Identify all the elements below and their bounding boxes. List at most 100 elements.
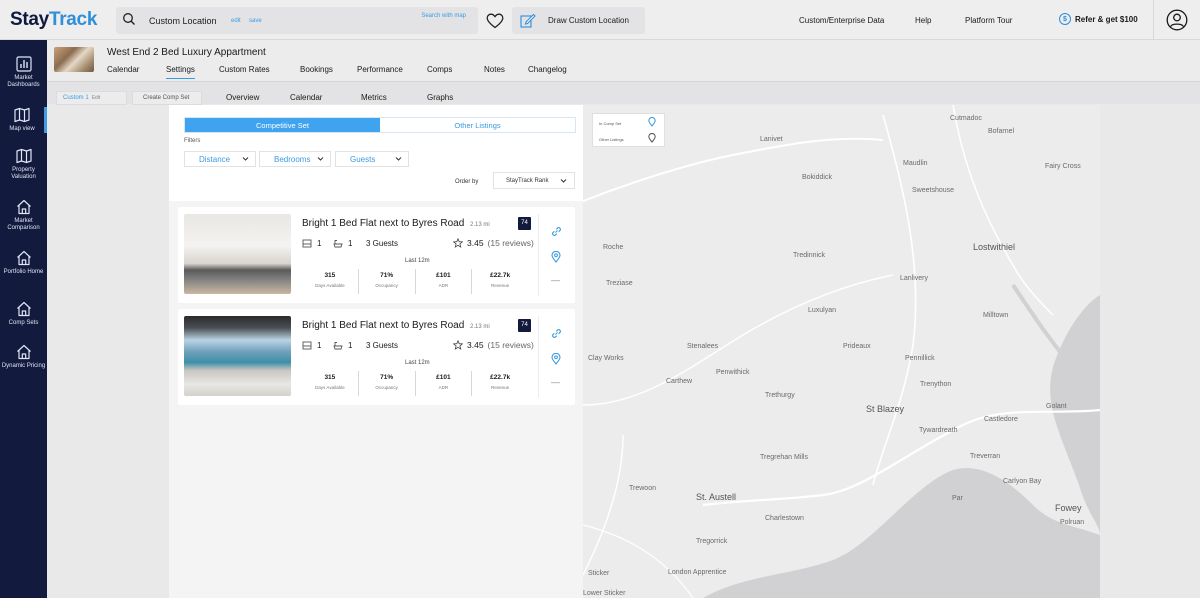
- map-place: Tywardreath: [919, 427, 958, 434]
- sidebar-item-market-comparison[interactable]: Market Comparison: [0, 199, 47, 232]
- period-label: Last 12m: [405, 360, 430, 366]
- stat-revenue: £22.7k Revenue: [490, 374, 511, 390]
- tab-bookings[interactable]: Bookings: [300, 65, 333, 74]
- save-link[interactable]: save: [249, 18, 262, 24]
- order-by-value: StayTrack Rank: [506, 178, 549, 184]
- nav-custom-enterprise-data[interactable]: Custom/Enterprise Data: [799, 16, 884, 25]
- bar-chart-icon: [15, 56, 32, 72]
- bedrooms-value: 1: [317, 341, 322, 350]
- top-bar: StayTrack Custom Location edit save Sear…: [0, 0, 1200, 40]
- chevron-down-icon: [242, 157, 249, 161]
- map-canvas[interactable]: [583, 105, 1100, 598]
- map-place: Lower Sticker: [583, 590, 626, 597]
- map-place: Tregrehan Mills: [760, 454, 808, 461]
- map-place: Lanivet: [760, 136, 783, 143]
- map-place: Lostwithiel: [973, 242, 1016, 252]
- home-icon: [16, 344, 31, 360]
- subtab-overview[interactable]: Overview: [226, 93, 259, 102]
- tab-notes[interactable]: Notes: [484, 65, 505, 74]
- listing-photo[interactable]: [184, 316, 291, 396]
- remove-button[interactable]: —: [551, 377, 560, 387]
- home-icon: [16, 199, 31, 215]
- tab-settings[interactable]: Settings: [166, 65, 195, 79]
- map-place: Sticker: [588, 570, 610, 577]
- search-input[interactable]: Custom Location: [149, 16, 217, 26]
- sidebar-item-comp-sets[interactable]: Comp Sets: [0, 301, 47, 327]
- listing-bedrooms: 1: [302, 239, 321, 248]
- stat-occupancy: 71% Occupancy: [359, 269, 416, 294]
- comp-set-panel: Competitive Set Other Listings Filters D…: [169, 105, 583, 598]
- sidebar-item-map-view[interactable]: Map view: [0, 107, 47, 133]
- draw-custom-location-button[interactable]: Draw Custom Location: [512, 7, 645, 34]
- listing-title[interactable]: Bright 1 Bed Flat next to Byres Road: [302, 218, 464, 229]
- user-menu-button[interactable]: [1153, 0, 1200, 40]
- rating-value: 3.45: [467, 238, 484, 248]
- segment-competitive-set[interactable]: Competitive Set: [185, 118, 380, 132]
- search-with-map-link[interactable]: Search with map: [421, 13, 466, 19]
- sidebar-label: Comp Sets: [8, 320, 39, 326]
- location-search[interactable]: Custom Location edit save Search with ma…: [116, 7, 478, 34]
- map-pin-icon[interactable]: [551, 352, 561, 370]
- nav-platform-tour[interactable]: Platform Tour: [965, 16, 1012, 25]
- map-place: Polruan: [1060, 519, 1085, 526]
- subtab-metrics[interactable]: Metrics: [361, 93, 387, 102]
- custom-set-edit[interactable]: Edit: [92, 95, 101, 101]
- review-count: (15 reviews): [487, 340, 534, 350]
- subtab-calendar[interactable]: Calendar: [290, 93, 322, 102]
- listing-stats: 315 Days Available 71% Occupancy £101 ADR £…: [302, 269, 528, 294]
- tab-performance[interactable]: Performance: [357, 65, 403, 74]
- distance-filter[interactable]: Distance: [184, 151, 256, 167]
- sidebar-item-market-dashboards[interactable]: Market Dashboards: [0, 56, 47, 89]
- tab-comps[interactable]: Comps: [427, 65, 452, 74]
- custom-set-selector[interactable]: Custom 1 Edit: [56, 91, 127, 105]
- staytrack-logo[interactable]: StayTrack: [10, 9, 97, 31]
- create-comp-set-button[interactable]: Create Comp Set: [132, 91, 202, 105]
- bed-icon: [302, 239, 312, 248]
- legend-in-comp-set: In Comp Set: [599, 121, 622, 126]
- sidebar-item-dynamic-pricing[interactable]: Dynamic Pricing: [0, 344, 47, 370]
- map-pin-icon[interactable]: [551, 250, 561, 268]
- stat-days-available: 315 Days Available: [302, 371, 359, 396]
- sidebar-item-property-valuation[interactable]: Property Valuation: [0, 148, 47, 181]
- tab-changelog[interactable]: Changelog: [528, 65, 567, 74]
- order-by-select[interactable]: StayTrack Rank: [493, 172, 575, 189]
- refer-label: Refer & get $100: [1075, 14, 1138, 24]
- map-place: Sweetshouse: [912, 187, 955, 194]
- link-icon[interactable]: [551, 224, 562, 242]
- map-place: Stenalees: [687, 343, 719, 350]
- listing-photo[interactable]: [184, 214, 291, 294]
- map-place: Treziase: [606, 280, 633, 287]
- listing-title[interactable]: Bright 1 Bed Flat next to Byres Road: [302, 320, 464, 331]
- bath-icon: [333, 240, 343, 248]
- favorite-button[interactable]: [482, 7, 508, 34]
- edit-link[interactable]: edit: [231, 18, 241, 24]
- remove-button[interactable]: —: [551, 275, 560, 285]
- map-place: Bokiddick: [802, 174, 832, 181]
- listing-card[interactable]: Bright 1 Bed Flat next to Byres Road 2.1…: [178, 309, 575, 405]
- listing-card[interactable]: Bright 1 Bed Flat next to Byres Road 2.1…: [178, 207, 575, 303]
- tab-calendar[interactable]: Calendar: [107, 65, 139, 74]
- guests-filter[interactable]: Guests: [335, 151, 409, 167]
- refer-link[interactable]: $ Refer & get $100: [1059, 13, 1138, 25]
- sidebar-label: Market Comparison: [7, 218, 40, 231]
- subtab-graphs[interactable]: Graphs: [427, 93, 453, 102]
- tab-custom-rates[interactable]: Custom Rates: [219, 65, 270, 74]
- nav-help[interactable]: Help: [915, 16, 931, 25]
- listing-score-badge: 74: [518, 319, 531, 332]
- stat-revenue: £22.7k Revenue: [490, 272, 511, 288]
- listing-rating: 3.45 (15 reviews): [453, 340, 534, 350]
- map-place: Fowey: [1055, 503, 1082, 513]
- link-icon[interactable]: [551, 326, 562, 344]
- bedrooms-filter[interactable]: Bedrooms: [259, 151, 331, 167]
- pencil-icon: [520, 13, 536, 33]
- segment-other-listings[interactable]: Other Listings: [380, 118, 575, 132]
- map-place: Bofarnel: [988, 128, 1015, 135]
- chevron-down-icon: [560, 179, 567, 183]
- panel-controls: Competitive Set Other Listings Filters D…: [169, 105, 583, 201]
- map-place: Castledore: [984, 416, 1018, 423]
- sidebar-item-portfolio-home[interactable]: Portfolio Home: [0, 250, 47, 276]
- listing-guests: 3 Guests: [366, 341, 399, 350]
- stat-occupancy: 71% Occupancy: [359, 371, 416, 396]
- map-place: Golant: [1046, 403, 1067, 410]
- map-view[interactable]: In Comp Set Other Listings Lanivet Cutma…: [583, 105, 1100, 598]
